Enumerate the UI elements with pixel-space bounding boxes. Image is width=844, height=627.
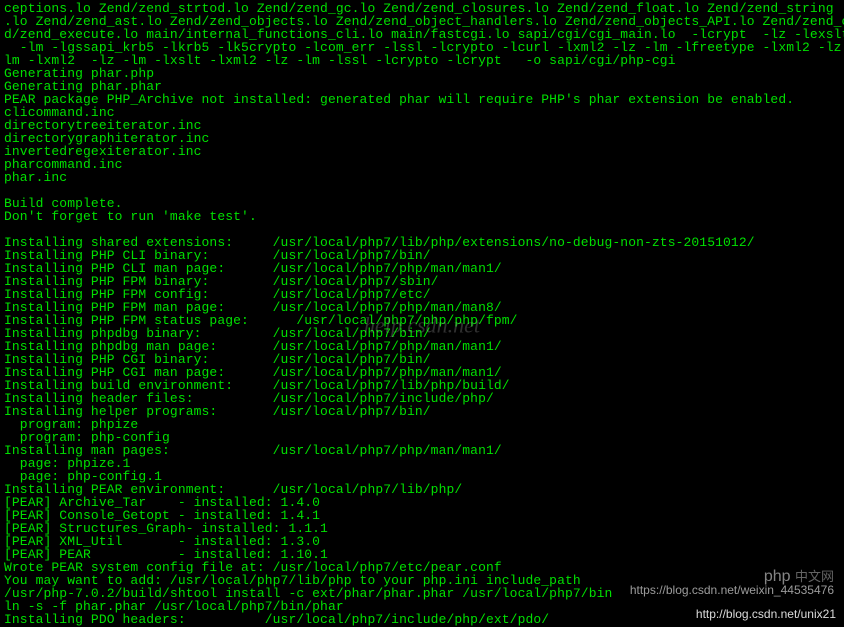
terminal-output: ceptions.lo Zend/zend_strtod.lo Zend/zen… — [4, 2, 840, 626]
